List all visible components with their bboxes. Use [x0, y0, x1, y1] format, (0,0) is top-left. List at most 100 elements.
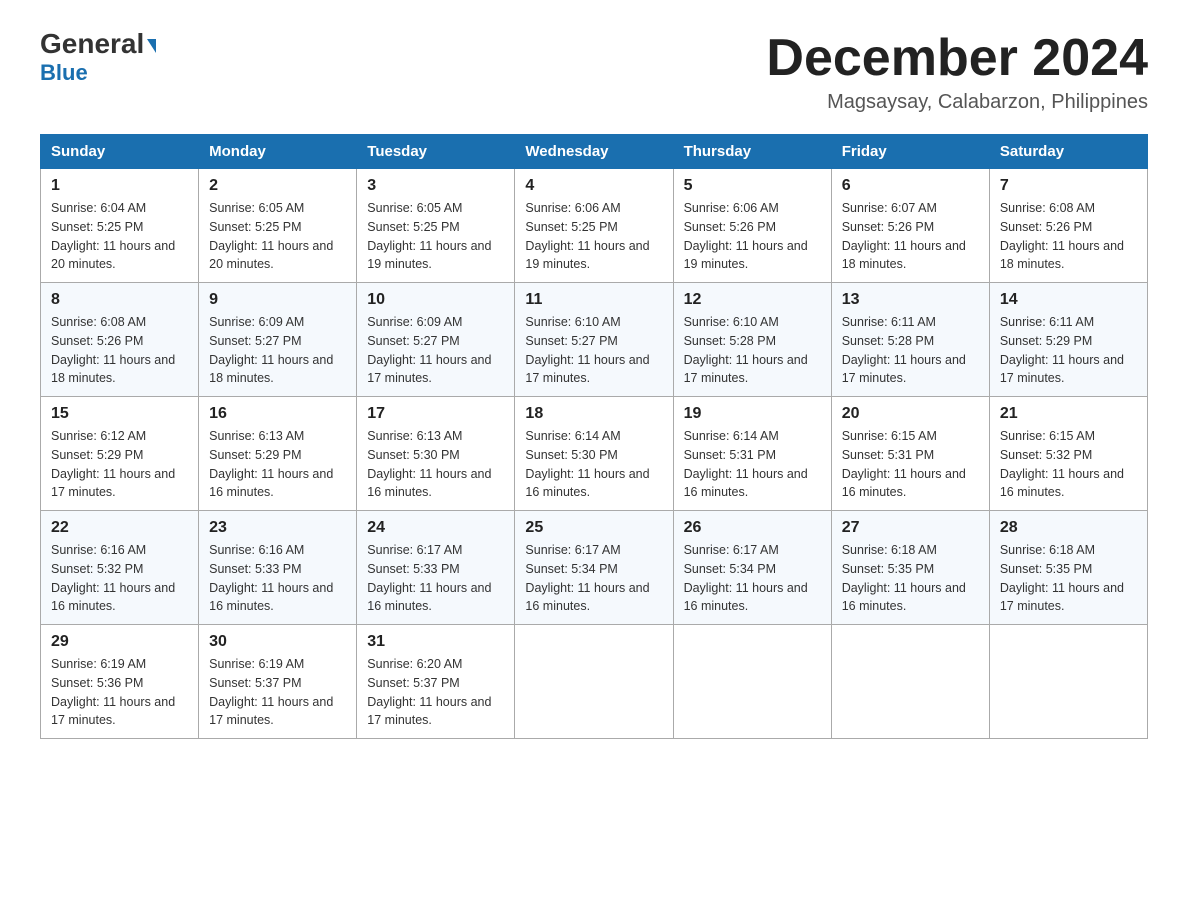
day-info: Sunrise: 6:14 AMSunset: 5:30 PMDaylight:… — [525, 427, 662, 502]
calendar-cell: 10 Sunrise: 6:09 AMSunset: 5:27 PMDayligh… — [357, 283, 515, 397]
calendar-cell — [831, 625, 989, 739]
day-info: Sunrise: 6:08 AMSunset: 5:26 PMDaylight:… — [51, 313, 188, 388]
calendar-cell: 7Sunrise: 6:08 AMSunset: 5:26 PMDaylight… — [989, 169, 1147, 283]
calendar-cell: 18 Sunrise: 6:14 AMSunset: 5:30 PMDayligh… — [515, 397, 673, 511]
calendar-cell: 17 Sunrise: 6:13 AMSunset: 5:30 PMDayligh… — [357, 397, 515, 511]
day-info: Sunrise: 6:05 AMSunset: 5:25 PMDaylight:… — [367, 199, 504, 274]
calendar-cell: 9 Sunrise: 6:09 AMSunset: 5:27 PMDaylight… — [199, 283, 357, 397]
day-number: 14 — [1000, 291, 1137, 309]
day-info: Sunrise: 6:09 AMSunset: 5:27 PMDaylight:… — [209, 313, 346, 388]
logo: General Blue — [40, 30, 156, 86]
calendar-cell: 8 Sunrise: 6:08 AMSunset: 5:26 PMDaylight… — [41, 283, 199, 397]
calendar-cell: 21 Sunrise: 6:15 AMSunset: 5:32 PMDayligh… — [989, 397, 1147, 511]
day-number: 31 — [367, 633, 504, 651]
day-number: 23 — [209, 519, 346, 537]
day-number: 30 — [209, 633, 346, 651]
week-row-5: 29 Sunrise: 6:19 AMSunset: 5:36 PMDayligh… — [41, 625, 1148, 739]
day-info: Sunrise: 6:14 AMSunset: 5:31 PMDaylight:… — [684, 427, 821, 502]
day-number: 20 — [842, 405, 979, 423]
day-info: Sunrise: 6:18 AMSunset: 5:35 PMDaylight:… — [1000, 541, 1137, 616]
day-number: 29 — [51, 633, 188, 651]
header-saturday: Saturday — [989, 135, 1147, 169]
day-info: Sunrise: 6:18 AMSunset: 5:35 PMDaylight:… — [842, 541, 979, 616]
calendar-cell: 28 Sunrise: 6:18 AMSunset: 5:35 PMDayligh… — [989, 511, 1147, 625]
week-row-2: 8 Sunrise: 6:08 AMSunset: 5:26 PMDaylight… — [41, 283, 1148, 397]
day-number: 1 — [51, 177, 188, 195]
day-number: 10 — [367, 291, 504, 309]
day-info: Sunrise: 6:15 AMSunset: 5:31 PMDaylight:… — [842, 427, 979, 502]
day-number: 15 — [51, 405, 188, 423]
calendar-cell: 25Sunrise: 6:17 AMSunset: 5:34 PMDayligh… — [515, 511, 673, 625]
day-number: 19 — [684, 405, 821, 423]
calendar-cell: 27 Sunrise: 6:18 AMSunset: 5:35 PMDayligh… — [831, 511, 989, 625]
calendar-cell: 29 Sunrise: 6:19 AMSunset: 5:36 PMDayligh… — [41, 625, 199, 739]
day-number: 27 — [842, 519, 979, 537]
day-info: Sunrise: 6:11 AMSunset: 5:28 PMDaylight:… — [842, 313, 979, 388]
day-number: 9 — [209, 291, 346, 309]
day-info: Sunrise: 6:05 AMSunset: 5:25 PMDaylight:… — [209, 199, 346, 274]
calendar-cell: 6 Sunrise: 6:07 AMSunset: 5:26 PMDaylight… — [831, 169, 989, 283]
calendar-cell: 13 Sunrise: 6:11 AMSunset: 5:28 PMDayligh… — [831, 283, 989, 397]
day-info: Sunrise: 6:11 AMSunset: 5:29 PMDaylight:… — [1000, 313, 1137, 388]
calendar-cell: 19 Sunrise: 6:14 AMSunset: 5:31 PMDayligh… — [673, 397, 831, 511]
day-number: 21 — [1000, 405, 1137, 423]
day-info: Sunrise: 6:07 AMSunset: 5:26 PMDaylight:… — [842, 199, 979, 274]
day-number: 26 — [684, 519, 821, 537]
day-info: Sunrise: 6:20 AMSunset: 5:37 PMDaylight:… — [367, 655, 504, 730]
day-info: Sunrise: 6:19 AMSunset: 5:37 PMDaylight:… — [209, 655, 346, 730]
calendar-cell — [989, 625, 1147, 739]
calendar-cell: 31 Sunrise: 6:20 AMSunset: 5:37 PMDayligh… — [357, 625, 515, 739]
day-number: 8 — [51, 291, 188, 309]
header-monday: Monday — [199, 135, 357, 169]
calendar-cell: 2 Sunrise: 6:05 AMSunset: 5:25 PMDaylight… — [199, 169, 357, 283]
day-number: 11 — [525, 291, 662, 309]
day-info: Sunrise: 6:15 AMSunset: 5:32 PMDaylight:… — [1000, 427, 1137, 502]
day-info: Sunrise: 6:12 AMSunset: 5:29 PMDaylight:… — [51, 427, 188, 502]
calendar-cell: 15 Sunrise: 6:12 AMSunset: 5:29 PMDayligh… — [41, 397, 199, 511]
header-friday: Friday — [831, 135, 989, 169]
header-sunday: Sunday — [41, 135, 199, 169]
day-number: 4 — [525, 177, 662, 195]
calendar-cell: 22Sunrise: 6:16 AMSunset: 5:32 PMDayligh… — [41, 511, 199, 625]
day-number: 24 — [367, 519, 504, 537]
calendar-cell: 23 Sunrise: 6:16 AMSunset: 5:33 PMDayligh… — [199, 511, 357, 625]
day-number: 2 — [209, 177, 346, 195]
day-number: 18 — [525, 405, 662, 423]
day-number: 22 — [51, 519, 188, 537]
day-number: 17 — [367, 405, 504, 423]
day-info: Sunrise: 6:06 AMSunset: 5:25 PMDaylight:… — [525, 199, 662, 274]
day-info: Sunrise: 6:09 AMSunset: 5:27 PMDaylight:… — [367, 313, 504, 388]
day-info: Sunrise: 6:13 AMSunset: 5:30 PMDaylight:… — [367, 427, 504, 502]
day-number: 16 — [209, 405, 346, 423]
calendar-cell: 1Sunrise: 6:04 AMSunset: 5:25 PMDaylight… — [41, 169, 199, 283]
header-tuesday: Tuesday — [357, 135, 515, 169]
day-number: 28 — [1000, 519, 1137, 537]
day-info: Sunrise: 6:19 AMSunset: 5:36 PMDaylight:… — [51, 655, 188, 730]
calendar-cell: 3Sunrise: 6:05 AMSunset: 5:25 PMDaylight… — [357, 169, 515, 283]
calendar-cell: 26Sunrise: 6:17 AMSunset: 5:34 PMDayligh… — [673, 511, 831, 625]
day-number: 6 — [842, 177, 979, 195]
day-number: 25 — [525, 519, 662, 537]
day-info: Sunrise: 6:16 AMSunset: 5:33 PMDaylight:… — [209, 541, 346, 616]
header-thursday: Thursday — [673, 135, 831, 169]
day-info: Sunrise: 6:13 AMSunset: 5:29 PMDaylight:… — [209, 427, 346, 502]
calendar-header-row: SundayMondayTuesdayWednesdayThursdayFrid… — [41, 135, 1148, 169]
calendar-cell: 12Sunrise: 6:10 AMSunset: 5:28 PMDayligh… — [673, 283, 831, 397]
logo-general-text: General — [40, 30, 156, 58]
day-info: Sunrise: 6:17 AMSunset: 5:33 PMDaylight:… — [367, 541, 504, 616]
day-number: 13 — [842, 291, 979, 309]
calendar-cell: 16 Sunrise: 6:13 AMSunset: 5:29 PMDayligh… — [199, 397, 357, 511]
calendar-cell: 20 Sunrise: 6:15 AMSunset: 5:31 PMDayligh… — [831, 397, 989, 511]
calendar-cell: 30 Sunrise: 6:19 AMSunset: 5:37 PMDayligh… — [199, 625, 357, 739]
month-title: December 2024 — [766, 30, 1148, 87]
calendar-cell: 24 Sunrise: 6:17 AMSunset: 5:33 PMDayligh… — [357, 511, 515, 625]
week-row-3: 15 Sunrise: 6:12 AMSunset: 5:29 PMDayligh… — [41, 397, 1148, 511]
calendar-cell: 5Sunrise: 6:06 AMSunset: 5:26 PMDaylight… — [673, 169, 831, 283]
calendar-cell — [673, 625, 831, 739]
day-info: Sunrise: 6:10 AMSunset: 5:28 PMDaylight:… — [684, 313, 821, 388]
calendar-cell — [515, 625, 673, 739]
day-info: Sunrise: 6:06 AMSunset: 5:26 PMDaylight:… — [684, 199, 821, 274]
header-wednesday: Wednesday — [515, 135, 673, 169]
logo-blue-text: Blue — [40, 60, 88, 86]
calendar-table: SundayMondayTuesdayWednesdayThursdayFrid… — [40, 134, 1148, 739]
